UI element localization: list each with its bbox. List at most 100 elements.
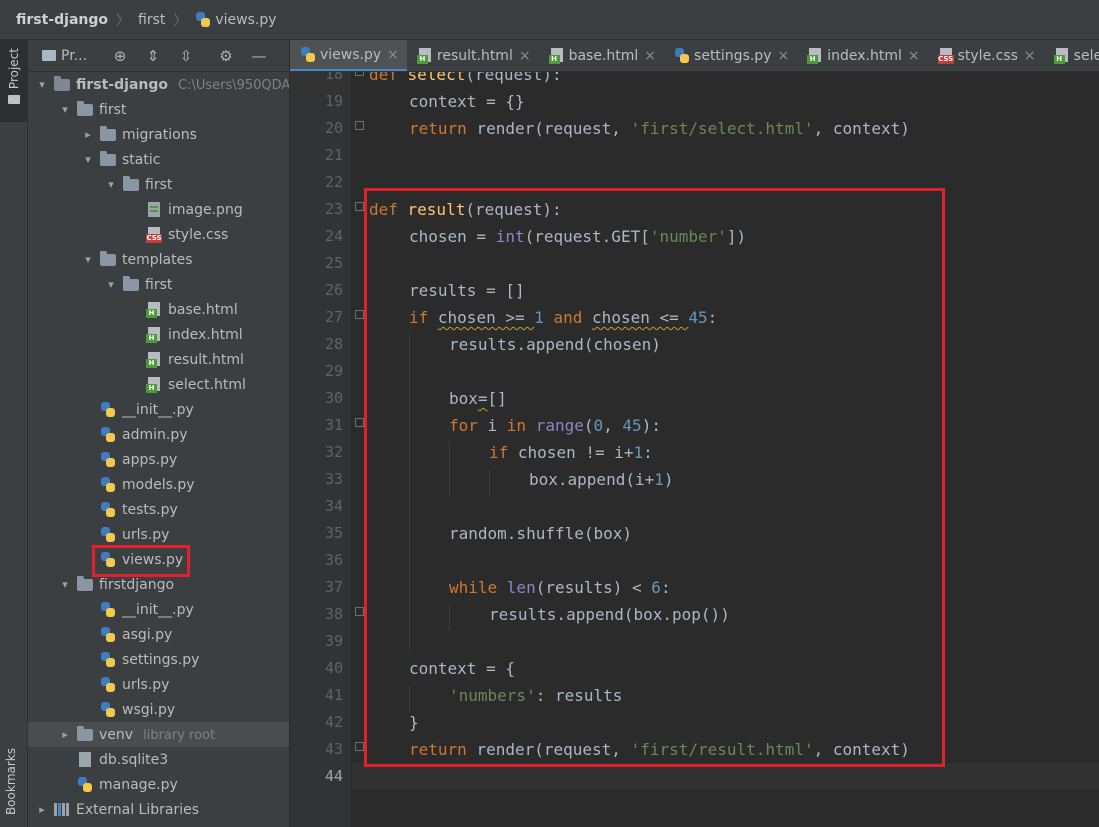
tab-label: settings.py <box>694 48 772 64</box>
chevron-down-icon[interactable]: ▾ <box>105 178 117 191</box>
fold-marker[interactable] <box>355 310 364 319</box>
tree-item[interactable]: CSS style.css <box>28 222 289 247</box>
tree-item-label: __init__.py <box>122 602 194 618</box>
line-number: 33 <box>324 470 343 488</box>
folder-icon <box>100 126 116 141</box>
python-file-icon <box>300 46 316 63</box>
tree-item-text: migrations <box>122 126 197 143</box>
tree-item[interactable]: ▾ first-django C:\Users\950QDA <box>28 72 289 97</box>
tab-result-html[interactable]: H result.html × <box>407 40 539 71</box>
chevron-down-icon[interactable]: ▾ <box>82 153 94 166</box>
python-file-icon <box>100 527 116 543</box>
close-icon[interactable]: × <box>644 48 656 64</box>
tree-item[interactable]: __init__.py <box>28 397 289 422</box>
current-line-highlight <box>352 763 1099 790</box>
tree-item[interactable]: asgi.py <box>28 622 289 647</box>
tab-views-py[interactable]: views.py × <box>290 40 407 71</box>
tree-item[interactable]: ▾ first <box>28 172 289 197</box>
tree-item[interactable]: manage.py <box>28 772 289 797</box>
tree-item[interactable]: tests.py <box>28 497 289 522</box>
close-icon[interactable]: × <box>777 48 789 64</box>
tab-style-css[interactable]: CSS style.css × <box>928 40 1044 71</box>
breadcrumb-folder[interactable]: first <box>138 12 165 28</box>
close-icon[interactable]: × <box>908 48 920 64</box>
tree-item-text: first <box>145 276 173 293</box>
tab-settings-py[interactable]: settings.py × <box>664 40 797 71</box>
gear-icon[interactable]: ⚙ <box>212 45 240 67</box>
bookmarks-tool-button[interactable]: Bookmarks <box>4 748 18 819</box>
tab-select-html[interactable]: H select.html <box>1044 40 1099 71</box>
tab-index-html[interactable]: H index.html × <box>797 40 927 71</box>
tree-item[interactable]: image.png <box>28 197 289 222</box>
tree-item[interactable]: ▾ first <box>28 272 289 297</box>
line-number: 24 <box>324 227 343 245</box>
chevron-right-icon[interactable]: ▸ <box>82 128 94 141</box>
fold-marker[interactable] <box>355 202 364 211</box>
tree-item[interactable]: urls.py <box>28 522 289 547</box>
tree-item[interactable]: Hbase.html <box>28 297 289 322</box>
close-icon[interactable]: × <box>1024 48 1036 64</box>
tree-item[interactable]: ▸ migrations <box>28 122 289 147</box>
tree-item[interactable]: ▸ venv library root <box>28 722 289 747</box>
fold-marker[interactable] <box>355 418 364 427</box>
fold-marker[interactable] <box>355 607 364 616</box>
tree-item-label: venv library root <box>99 727 215 743</box>
folder-icon <box>123 176 139 191</box>
breadcrumb-file[interactable]: views.py <box>195 11 277 28</box>
close-icon[interactable]: × <box>387 47 399 63</box>
tree-item[interactable]: ▾ templates <box>28 247 289 272</box>
breadcrumb-separator: 〉 <box>116 12 130 29</box>
tree-item[interactable]: urls.py <box>28 672 289 697</box>
tree-item[interactable]: __init__.py <box>28 597 289 622</box>
html-file-icon: H <box>146 352 162 368</box>
project-panel-title[interactable]: Pr... <box>61 48 101 64</box>
fold-marker[interactable] <box>355 121 364 130</box>
project-panel: Pr... ⊕ ⇕ ⇳ ⚙ — ▾ first-django C:\Users\95… <box>28 40 290 827</box>
chevron-down-icon[interactable]: ▾ <box>59 578 71 591</box>
chevron-down-icon[interactable]: ▾ <box>36 78 48 91</box>
line-number: 34 <box>324 497 343 515</box>
tree-item[interactable]: ▾ first <box>28 97 289 122</box>
tree-item[interactable]: ▸ External Libraries <box>28 797 289 822</box>
code-editor[interactable]: 18 19 20 21 22 23 24 25 26 27 28 29 30 31 32 33 34 35 36 37… <box>290 72 1099 827</box>
chevron-right-icon[interactable]: ▸ <box>59 728 71 741</box>
tree-item[interactable]: settings.py <box>28 647 289 672</box>
line-number: 36 <box>324 551 343 569</box>
tree-item[interactable]: models.py <box>28 472 289 497</box>
tree-item-text: result.html <box>168 351 244 368</box>
tree-item-text: index.html <box>168 326 243 343</box>
project-tool-button[interactable]: Project <box>0 40 28 122</box>
close-icon[interactable]: × <box>519 48 531 64</box>
chevron-down-icon[interactable]: ▾ <box>59 103 71 116</box>
code-line-18: def select(request): <box>369 72 562 84</box>
chevron-down-icon[interactable]: ▾ <box>105 278 117 291</box>
html-file-icon: H <box>1053 48 1070 64</box>
line-number: 26 <box>324 281 343 299</box>
tree-item-label: urls.py <box>122 527 169 543</box>
tree-item[interactable]: Hselect.html <box>28 372 289 397</box>
tree-item[interactable]: wsgi.py <box>28 697 289 722</box>
tree-item[interactable]: admin.py <box>28 422 289 447</box>
tree-item[interactable]: db.sqlite3 <box>28 747 289 772</box>
fold-marker[interactable] <box>355 72 364 76</box>
tree-item[interactable]: ▾ static <box>28 147 289 172</box>
tree-item-text: urls.py <box>122 676 170 693</box>
python-file-icon <box>100 427 116 443</box>
tab-base-html[interactable]: H base.html × <box>539 40 664 71</box>
collapse-all-icon[interactable]: ⇳ <box>172 45 200 67</box>
chevron-down-icon[interactable]: ▾ <box>82 253 94 266</box>
target-icon[interactable]: ⊕ <box>106 45 134 67</box>
expand-all-icon[interactable]: ⇕ <box>139 45 167 67</box>
tree-item[interactable]: apps.py <box>28 447 289 472</box>
fold-marker[interactable] <box>355 742 364 751</box>
chevron-right-icon[interactable]: ▸ <box>36 803 48 816</box>
minimize-icon[interactable]: — <box>245 45 273 67</box>
tree-item[interactable]: Hresult.html <box>28 347 289 372</box>
tool-window-stripe: Project Bookmarks <box>0 40 28 827</box>
folder-icon <box>100 251 116 266</box>
tree-item[interactable]: Hindex.html <box>28 322 289 347</box>
breadcrumb-project[interactable]: first-django <box>16 12 108 28</box>
line-number: 19 <box>324 92 343 110</box>
breadcrumb: first-django 〉 first 〉 views.py <box>0 0 1099 40</box>
tree-item-label: admin.py <box>122 427 188 443</box>
